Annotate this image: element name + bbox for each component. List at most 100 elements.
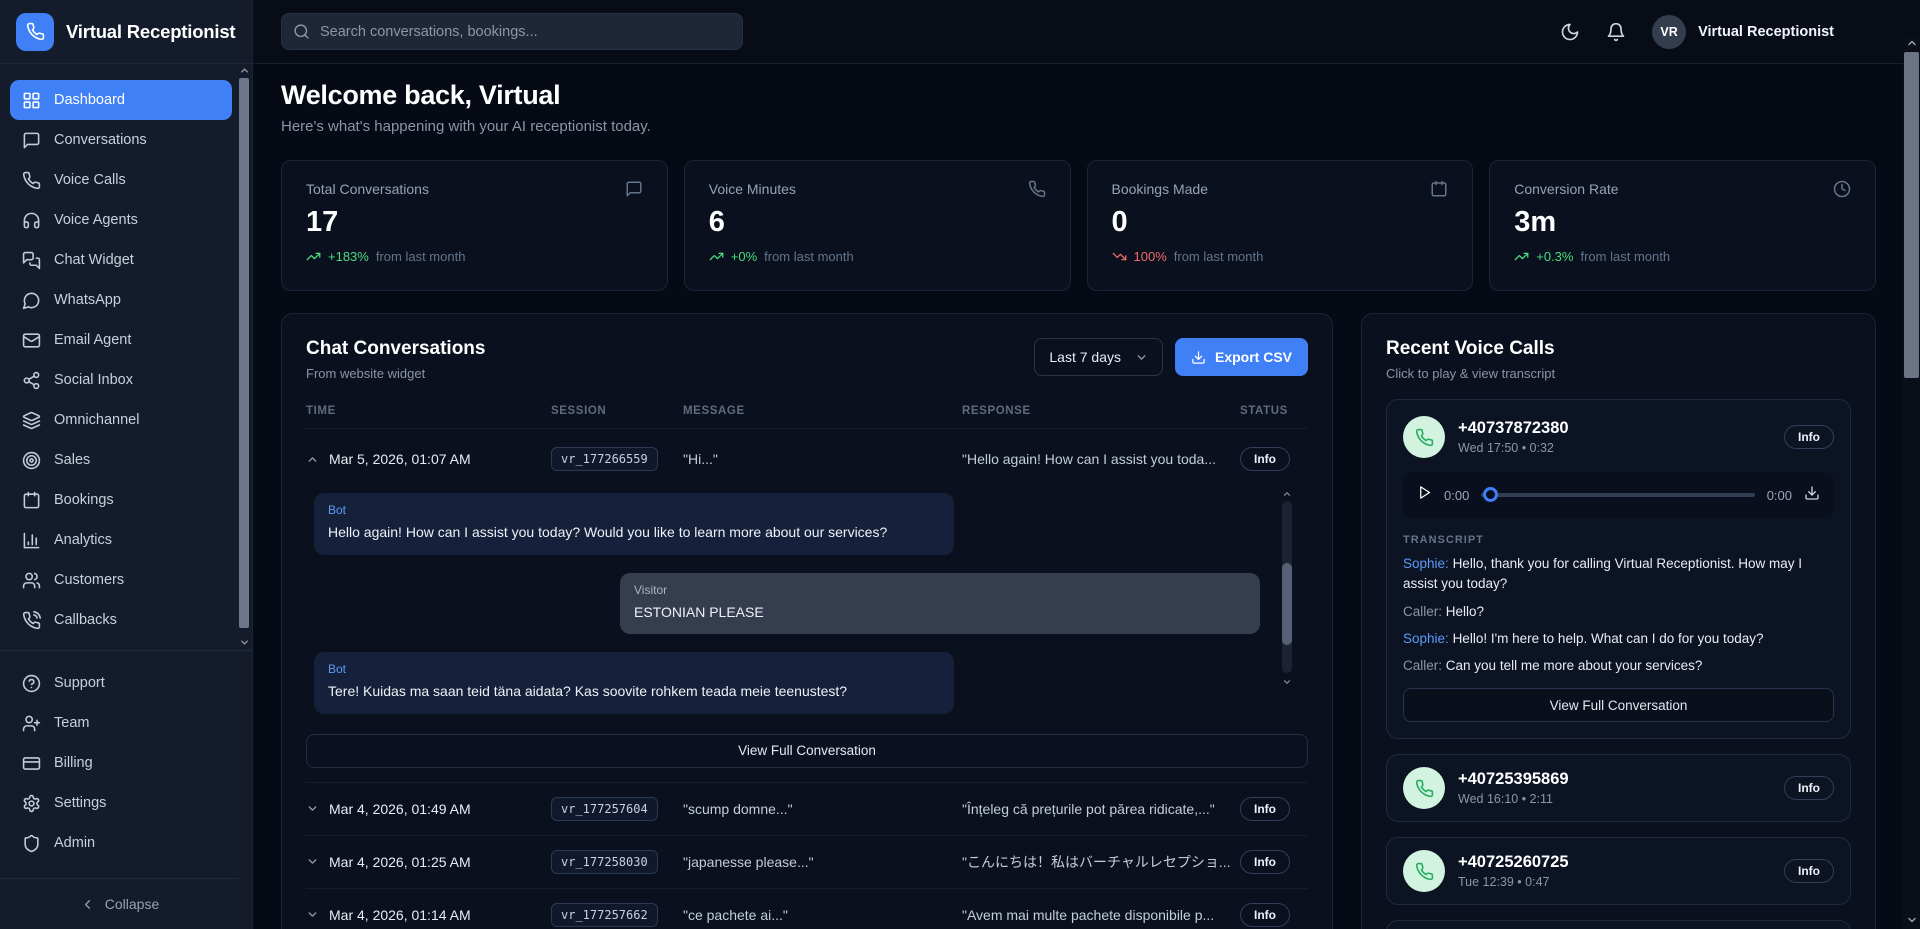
target-icon	[22, 451, 41, 470]
export-csv-button[interactable]: Export CSV	[1175, 338, 1308, 376]
date-range-select[interactable]: Last 7 days	[1034, 338, 1163, 376]
sidebar-secondary-nav: Support Team Billing Settings Admin	[0, 651, 252, 875]
sidebar-item-admin[interactable]: Admin	[10, 823, 232, 863]
call-info-badge[interactable]: Info	[1784, 425, 1834, 449]
call-meta: Wed 17:50 • 0:32	[1458, 441, 1771, 455]
scroll-up-arrow-icon[interactable]	[238, 64, 250, 76]
theme-toggle-button[interactable]	[1560, 22, 1580, 42]
messages-square-icon	[22, 251, 41, 270]
stat-change-value: 100%	[1134, 249, 1167, 264]
sidebar-item-customers[interactable]: Customers	[10, 560, 232, 600]
phone-icon	[1415, 862, 1434, 881]
chat-scrollbar-thumb[interactable]	[1282, 563, 1292, 645]
phone-icon	[22, 171, 41, 190]
sidebar-item-team[interactable]: Team	[10, 703, 232, 743]
stat-card-conversion-rate: Conversion Rate 3m +0.3% from last month	[1489, 160, 1876, 291]
status-badge[interactable]: Info	[1240, 797, 1290, 821]
call-avatar	[1403, 850, 1445, 892]
voice-panel-subtitle: Click to play & view transcript	[1386, 366, 1851, 381]
status-badge[interactable]: Info	[1240, 447, 1290, 471]
sidebar-item-email-agent[interactable]: Email Agent	[10, 320, 232, 360]
stat-change-suffix: from last month	[764, 249, 854, 264]
sidebar-scrollbar[interactable]	[238, 64, 250, 648]
sidebar-item-analytics[interactable]: Analytics	[10, 520, 232, 560]
chat-panel-subtitle: From website widget	[306, 366, 485, 381]
sidebar-item-conversations[interactable]: Conversations	[10, 120, 232, 160]
download-recording-button[interactable]	[1804, 485, 1820, 506]
table-row[interactable]: Mar 4, 2026, 01:25 AM vr_177258030 "japa…	[306, 836, 1308, 889]
stat-value: 17	[306, 206, 643, 239]
message-circle-icon	[22, 291, 41, 310]
sidebar-item-voice-calls[interactable]: Voice Calls	[10, 160, 232, 200]
chat-scrollbar[interactable]	[1282, 491, 1292, 683]
sidebar-item-dashboard[interactable]: Dashboard	[10, 80, 232, 120]
seek-slider-handle[interactable]	[1483, 487, 1498, 502]
page-scrollbar[interactable]	[1903, 34, 1920, 929]
search-input[interactable]	[281, 13, 743, 50]
play-button[interactable]	[1417, 485, 1432, 505]
sidebar-scrollbar-thumb[interactable]	[239, 78, 249, 628]
voice-call-card[interactable]	[1386, 920, 1851, 929]
sidebar-item-voice-agents[interactable]: Voice Agents	[10, 200, 232, 240]
sidebar-item-omnichannel[interactable]: Omnichannel	[10, 400, 232, 440]
session-badge: vr_177257604	[551, 797, 658, 821]
sidebar-item-callbacks[interactable]: Callbacks	[10, 600, 232, 640]
phone-callback-icon	[22, 611, 41, 630]
bell-icon	[1606, 22, 1626, 42]
stat-change-value: +0.3%	[1536, 249, 1573, 264]
seek-slider[interactable]	[1481, 487, 1754, 503]
voice-call-card[interactable]: +40725260725 Tue 12:39 • 0:47 Info	[1386, 837, 1851, 905]
scroll-down-arrow-icon[interactable]	[1282, 677, 1292, 687]
audio-player: 0:00 0:00	[1403, 472, 1834, 518]
scroll-up-arrow-icon[interactable]	[1903, 36, 1920, 50]
scroll-down-arrow-icon[interactable]	[1903, 913, 1920, 927]
chat-bubble-bot: Bot Tere! Kuidas ma saan teid täna aidat…	[314, 652, 954, 714]
chat-bubble-bot: Bot Hello again! How can I assist you to…	[314, 493, 954, 555]
sidebar-item-bookings[interactable]: Bookings	[10, 480, 232, 520]
sidebar-item-chat-widget[interactable]: Chat Widget	[10, 240, 232, 280]
notifications-button[interactable]	[1606, 22, 1626, 42]
call-info-badge[interactable]: Info	[1784, 776, 1834, 800]
chevron-down-icon	[306, 802, 319, 815]
table-row[interactable]: Mar 4, 2026, 01:14 AM vr_177257662 "ce p…	[306, 889, 1308, 929]
sidebar-item-support[interactable]: Support	[10, 663, 232, 703]
search-box	[281, 13, 743, 50]
total-time: 0:00	[1767, 488, 1792, 503]
status-badge[interactable]: Info	[1240, 903, 1290, 927]
scroll-down-arrow-icon[interactable]	[238, 636, 250, 648]
recent-voice-calls-panel: Recent Voice Calls Click to play & view …	[1361, 313, 1876, 929]
table-row[interactable]: Mar 4, 2026, 01:49 AM vr_177257604 "scum…	[306, 782, 1308, 836]
phone-icon	[1415, 779, 1434, 798]
call-number: +40725260725	[1458, 853, 1771, 872]
download-icon	[1191, 350, 1206, 365]
collapse-sidebar-button[interactable]: Collapse	[0, 878, 239, 929]
user-menu[interactable]: VR Virtual Receptionist	[1652, 15, 1834, 49]
transcript-line: Sophie: Hello! I'm here to help. What ca…	[1403, 629, 1834, 649]
call-info-badge[interactable]: Info	[1784, 859, 1834, 883]
moon-icon	[1560, 22, 1580, 42]
stat-label: Bookings Made	[1112, 181, 1209, 197]
sidebar-item-billing[interactable]: Billing	[10, 743, 232, 783]
transcript-label: TRANSCRIPT	[1403, 534, 1834, 546]
status-badge[interactable]: Info	[1240, 850, 1290, 874]
stat-card-bookings-made: Bookings Made 0 100% from last month	[1087, 160, 1474, 291]
sidebar-item-settings[interactable]: Settings	[10, 783, 232, 823]
brand-name: Virtual Receptionist	[66, 21, 235, 43]
session-badge: vr_177258030	[551, 850, 658, 874]
sidebar-item-social-inbox[interactable]: Social Inbox	[10, 360, 232, 400]
voice-call-card[interactable]: +40725395869 Wed 16:10 • 2:11 Info	[1386, 754, 1851, 822]
view-full-conversation-button[interactable]: View Full Conversation	[306, 734, 1308, 768]
scroll-up-arrow-icon[interactable]	[1282, 489, 1292, 499]
stat-label: Voice Minutes	[709, 181, 796, 197]
trending-up-icon	[306, 249, 321, 264]
message-square-icon	[625, 180, 643, 198]
session-badge: vr_177257662	[551, 903, 658, 927]
voice-call-card[interactable]: +40737872380 Wed 17:50 • 0:32 Info 0:00	[1386, 399, 1851, 739]
play-icon	[1417, 485, 1432, 500]
page-scrollbar-thumb[interactable]	[1904, 52, 1919, 378]
chevron-down-icon	[306, 855, 319, 868]
sidebar-item-whatsapp[interactable]: WhatsApp	[10, 280, 232, 320]
sidebar-item-sales[interactable]: Sales	[10, 440, 232, 480]
view-full-conversation-button[interactable]: View Full Conversation	[1403, 688, 1834, 722]
table-row[interactable]: Mar 5, 2026, 01:07 AM vr_177266559 "Hi..…	[306, 429, 1308, 487]
